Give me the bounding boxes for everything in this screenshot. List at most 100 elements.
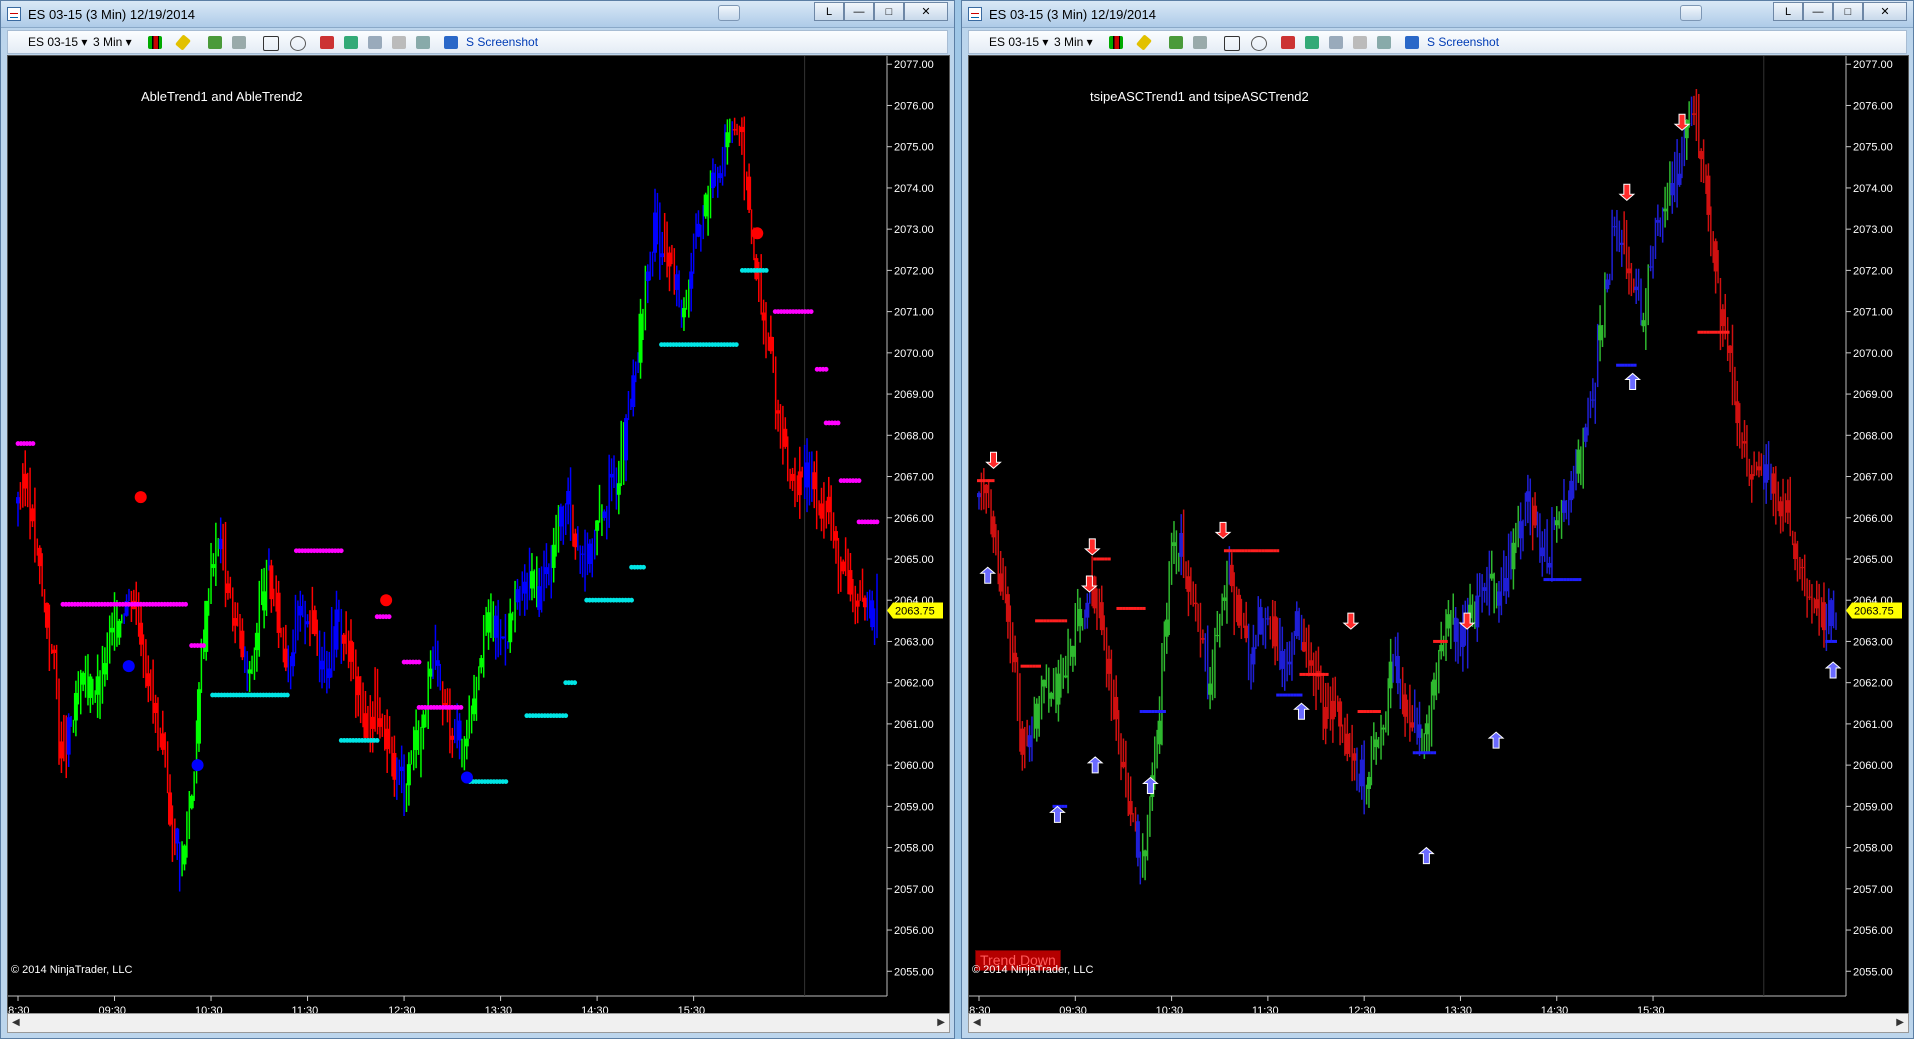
price-bar-body (1338, 701, 1343, 727)
price-bar-body (283, 648, 288, 668)
stop-dot (1264, 549, 1268, 553)
stop-dot (1064, 619, 1068, 623)
crosshair-icon[interactable] (263, 36, 279, 51)
bar-type-icon[interactable] (1109, 36, 1123, 49)
indicator-icon[interactable] (208, 36, 222, 49)
stop-dot (991, 479, 995, 483)
stop-dot (1706, 330, 1710, 334)
properties-icon[interactable] (344, 36, 358, 49)
interval-selector[interactable]: 3 Min ▾ (93, 35, 132, 49)
price-bar-body (327, 668, 332, 678)
bar-type-icon[interactable] (148, 36, 162, 49)
strategy-icon[interactable] (232, 36, 246, 49)
price-bar-body (1655, 220, 1660, 223)
stop-dot (1578, 578, 1582, 582)
properties-icon[interactable] (1305, 36, 1319, 49)
stop-dot (1369, 710, 1373, 714)
pencil-icon[interactable] (1135, 34, 1153, 51)
close-button[interactable]: ✕ (904, 2, 948, 21)
chart-trader-icon[interactable] (1329, 36, 1343, 49)
minimize-button[interactable]: — (1803, 2, 1833, 21)
data-box-icon[interactable] (1281, 36, 1295, 49)
screenshot-icon[interactable] (1405, 36, 1419, 49)
scroll-left-arrow[interactable]: ◀ (973, 1017, 981, 1028)
price-bar-body (1576, 449, 1581, 474)
stop-dot (1374, 710, 1378, 714)
instrument-selector[interactable]: ES 03-15 ▾ (989, 35, 1048, 49)
window-mode-button[interactable] (718, 5, 740, 21)
close-button[interactable]: ✕ (1863, 2, 1907, 21)
chart-trader-icon[interactable] (368, 36, 382, 49)
title-bar[interactable]: ES 03-15 (3 Min) 12/19/2014 L — □ ✕ (1, 1, 954, 28)
indicator-icon[interactable] (1169, 36, 1183, 49)
chart-window-left[interactable]: ES 03-15 (3 Min) 12/19/2014 L — □ ✕ ES 0… (0, 0, 955, 1039)
price-bar-body (1041, 679, 1046, 687)
y-tick-label: 2060.00 (894, 760, 934, 772)
interval-selector[interactable]: 3 Min ▾ (1054, 35, 1093, 49)
zoom-icon[interactable] (290, 36, 306, 51)
template-icon[interactable] (1353, 36, 1367, 49)
price-bar-body (1475, 595, 1480, 628)
price-chart[interactable]: 2077.00 2076.00 2075.00 2074.00 2073.00 2072.… (7, 55, 950, 1017)
price-bar-body (406, 764, 411, 786)
screenshot-button[interactable]: S Screenshot (1427, 35, 1499, 49)
chart-canvas[interactable]: 2077.00 2076.00 2075.00 2074.00 2073.00 2072.… (969, 56, 1908, 1016)
price-bar-body (211, 564, 216, 568)
price-bar-body (1287, 661, 1292, 665)
interval-label: 3 Min (93, 35, 123, 49)
price-bar-body (1186, 576, 1191, 592)
price-bar-body (1301, 642, 1306, 652)
panel-icon[interactable] (416, 36, 430, 49)
stop-dot (1276, 549, 1280, 553)
price-bar-body (529, 571, 534, 589)
maximize-button[interactable]: □ (1833, 2, 1863, 21)
price-bar-body (30, 508, 35, 522)
price-bar-body (870, 600, 875, 628)
price-bar-body (1417, 724, 1422, 738)
pencil-icon[interactable] (174, 34, 192, 51)
price-bar-body (1251, 647, 1256, 665)
price-bar-body (862, 597, 867, 608)
price-bar-body (537, 586, 542, 610)
stop-dot (1020, 664, 1024, 668)
price-chart[interactable]: 2077.00 2076.00 2075.00 2074.00 2073.00 2072.… (968, 55, 1909, 1017)
y-tick-label: 2066.00 (894, 513, 934, 525)
data-box-icon[interactable] (320, 36, 334, 49)
link-button[interactable]: L (1773, 2, 1803, 21)
scroll-right-arrow[interactable]: ▶ (937, 1017, 945, 1028)
horizontal-scrollbar[interactable]: ◀ ▶ (968, 1013, 1909, 1033)
stop-dot (1244, 549, 1248, 553)
link-button[interactable]: L (814, 2, 844, 21)
window-mode-button[interactable] (1680, 5, 1702, 21)
zoom-icon[interactable] (1251, 36, 1267, 51)
price-bar-body (269, 565, 274, 600)
strategy-icon[interactable] (1193, 36, 1207, 49)
panel-icon[interactable] (1377, 36, 1391, 49)
y-tick-label: 2060.00 (1853, 760, 1893, 772)
last-price-label: 2063.75 (1854, 606, 1894, 618)
stop-dot (1418, 751, 1422, 755)
screenshot-button[interactable]: S Screenshot (466, 35, 538, 49)
stop-dot (1299, 693, 1303, 697)
up-arrow-icon (979, 566, 997, 584)
up-arrow-icon (1624, 372, 1641, 390)
scroll-right-arrow[interactable]: ▶ (1896, 1017, 1904, 1028)
stop-dot (1316, 672, 1320, 676)
stop-dot (1831, 639, 1835, 643)
template-icon[interactable] (392, 36, 406, 49)
minimize-button[interactable]: — (844, 2, 874, 21)
price-bar-body (1670, 183, 1675, 196)
instrument-selector[interactable]: ES 03-15 ▾ (28, 35, 87, 49)
screenshot-icon[interactable] (444, 36, 458, 49)
price-bar-body (44, 602, 49, 628)
title-bar[interactable]: ES 03-15 (3 Min) 12/19/2014 L — □ ✕ (962, 1, 1913, 28)
chart-canvas[interactable]: 2077.00 2076.00 2075.00 2074.00 2073.00 2072.… (8, 56, 949, 1016)
horizontal-scrollbar[interactable]: ◀ ▶ (7, 1013, 950, 1033)
price-bar-body (377, 718, 382, 727)
maximize-button[interactable]: □ (874, 2, 904, 21)
crosshair-icon[interactable] (1224, 36, 1240, 51)
chart-window-right[interactable]: ES 03-15 (3 Min) 12/19/2014 L — □ ✕ ES 0… (961, 0, 1914, 1039)
price-bar-body (254, 632, 259, 651)
scroll-left-arrow[interactable]: ◀ (12, 1017, 20, 1028)
stop-dot (1433, 751, 1437, 755)
